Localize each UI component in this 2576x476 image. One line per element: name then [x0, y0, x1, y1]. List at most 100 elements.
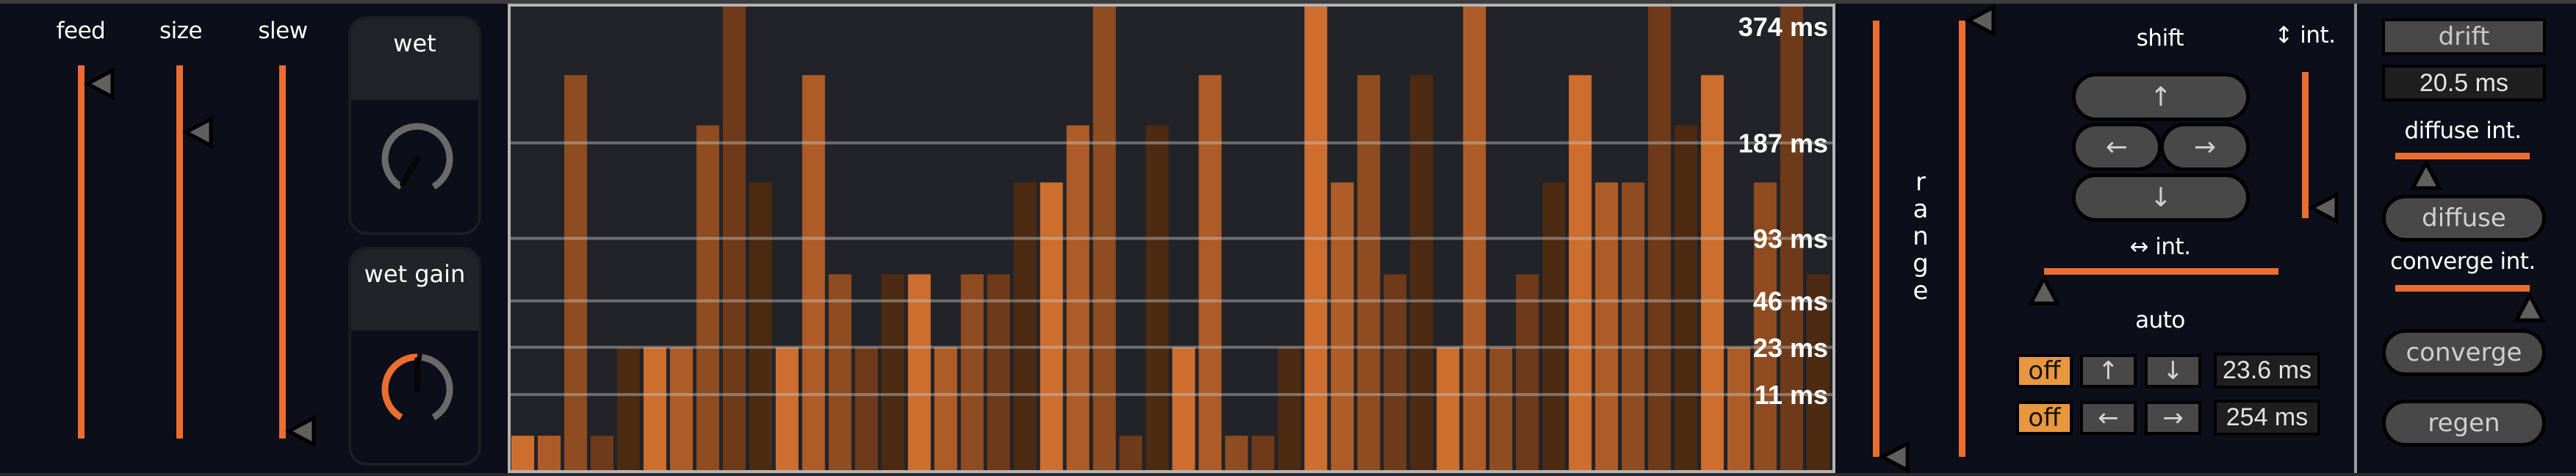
horizontal-int-label: ↔ int.	[2129, 234, 2191, 260]
chart-bar[interactable]	[696, 125, 719, 470]
slider-track[interactable]	[78, 65, 84, 439]
chart-bar[interactable]	[1595, 182, 1619, 470]
slew-slider[interactable]	[273, 65, 317, 447]
chart-bar[interactable]	[1622, 182, 1645, 470]
chart-bar[interactable]	[1436, 347, 1460, 470]
chart-bar[interactable]	[643, 347, 666, 470]
vertical-int-label: ↕ int.	[2274, 22, 2336, 48]
chart-bar[interactable]	[1674, 125, 1698, 470]
drift-value[interactable]: 20.5 ms	[2382, 65, 2546, 101]
chart-bar[interactable]	[1198, 75, 1222, 470]
chart-bar[interactable]	[960, 274, 984, 470]
range-label-letter: g	[1913, 249, 1929, 278]
chart-bar[interactable]	[1357, 75, 1381, 470]
slew-label: slew	[258, 18, 308, 44]
regen-button[interactable]: regen	[2382, 400, 2546, 447]
knob-track-arc	[421, 353, 453, 420]
shift-up-button[interactable]: ↑	[2072, 73, 2250, 121]
chart-bar[interactable]	[538, 436, 561, 470]
chart-bar[interactable]	[1040, 182, 1063, 470]
converge-int-slider[interactable]	[2395, 285, 2547, 326]
chart-bar[interactable]	[616, 347, 640, 470]
chart-bar[interactable]	[1225, 436, 1248, 470]
chart-bar[interactable]	[1701, 75, 1724, 470]
knob-pointer	[400, 156, 420, 187]
chart-bar[interactable]	[1172, 347, 1195, 470]
chart-bar[interactable]	[1251, 436, 1275, 470]
wet-gain-knob-header: wet gain	[351, 250, 478, 331]
range-label-letter: a	[1913, 195, 1929, 224]
auto-vertical-rate[interactable]: 23.6 ms	[2214, 353, 2320, 389]
chart-bar[interactable]	[1410, 75, 1433, 470]
range-high-slider[interactable]	[1953, 4, 1997, 457]
chart-bar[interactable]	[802, 75, 825, 470]
wet-knob[interactable]	[381, 122, 454, 195]
chart-bar[interactable]	[1489, 347, 1513, 470]
shift-left-button[interactable]: ←	[2072, 123, 2162, 171]
chart-bar[interactable]	[1145, 125, 1169, 470]
size-slider[interactable]	[170, 65, 215, 439]
shift-down-button[interactable]: ↓	[2072, 173, 2250, 222]
chart-bar[interactable]	[1542, 182, 1566, 470]
chart-bar[interactable]	[907, 274, 931, 470]
chart-bar[interactable]	[881, 274, 904, 470]
auto-up-button[interactable]: ↑	[2080, 354, 2137, 388]
size-label: size	[159, 18, 203, 44]
arrow-down-icon: ↓	[2149, 182, 2173, 213]
range-low-slider[interactable]	[1867, 21, 1911, 474]
slider-track[interactable]	[279, 65, 286, 439]
auto-right-button[interactable]: →	[2145, 401, 2201, 435]
chart-bar[interactable]	[564, 75, 587, 470]
chart-bar[interactable]	[749, 182, 772, 470]
chart-bar[interactable]	[669, 347, 693, 470]
chart-bar[interactable]	[1331, 182, 1354, 470]
chart-bar[interactable]	[1727, 347, 1751, 470]
chart-bar[interactable]	[775, 347, 799, 470]
chart-bar[interactable]	[511, 436, 534, 470]
delay-taps-chart[interactable]: 374 ms 187 ms 93 ms 46 ms 23 ms 11 ms	[508, 4, 1835, 473]
range-label-letter: n	[1913, 222, 1929, 251]
chart-bar[interactable]	[855, 347, 878, 470]
slider-track[interactable]	[1959, 21, 1965, 457]
slider-track[interactable]	[2302, 72, 2309, 218]
vertical-int-slider[interactable]	[2296, 72, 2340, 225]
slider-track[interactable]	[176, 65, 183, 439]
chart-bar[interactable]	[1278, 347, 1301, 470]
chart-bar[interactable]	[987, 274, 1010, 470]
diffuse-int-slider[interactable]	[2395, 153, 2530, 194]
chart-bar[interactable]	[934, 347, 957, 470]
arrow-left-icon: ←	[2098, 403, 2119, 433]
chart-bar[interactable]	[1516, 274, 1539, 470]
chart-bar[interactable]	[1013, 182, 1037, 470]
slider-track[interactable]	[2395, 153, 2530, 159]
arrow-right-icon: →	[2193, 131, 2217, 162]
horizontal-int-slider[interactable]	[2027, 268, 2278, 309]
chart-canvas[interactable]: 374 ms 187 ms 93 ms 46 ms 23 ms 11 ms	[511, 7, 1832, 470]
converge-int-label: converge int.	[2390, 248, 2536, 275]
feed-slider[interactable]	[72, 65, 116, 439]
y-tick-label: 187 ms	[1738, 129, 1828, 159]
auto-down-button[interactable]: ↓	[2145, 354, 2201, 388]
auto-horizontal-toggle[interactable]: off	[2016, 401, 2073, 435]
diffuse-button[interactable]: diffuse	[2382, 195, 2546, 242]
slider-track[interactable]	[2395, 285, 2530, 292]
shift-right-button[interactable]: →	[2160, 123, 2250, 171]
slider-track[interactable]	[2044, 268, 2278, 275]
auto-left-button[interactable]: ←	[2080, 401, 2137, 435]
chart-bar[interactable]	[590, 436, 614, 470]
bottom-border	[0, 473, 2576, 476]
y-tick-label: 23 ms	[1753, 333, 1828, 363]
converge-button[interactable]: converge	[2382, 329, 2546, 376]
chart-bar[interactable]	[1119, 436, 1143, 470]
chart-bar[interactable]	[828, 274, 852, 470]
chart-bar[interactable]	[1066, 125, 1090, 470]
y-tick-label: 93 ms	[1753, 224, 1828, 254]
auto-vertical-toggle[interactable]: off	[2016, 354, 2073, 388]
auto-horizontal-rate[interactable]: 254 ms	[2214, 400, 2320, 436]
chart-bar[interactable]	[1569, 75, 1592, 470]
drift-button[interactable]: drift	[2382, 18, 2546, 55]
wet-gain-knob[interactable]	[381, 353, 454, 426]
chart-bar[interactable]	[1384, 274, 1407, 470]
arrow-right-icon: →	[2162, 403, 2184, 433]
slider-track[interactable]	[1873, 21, 1879, 457]
